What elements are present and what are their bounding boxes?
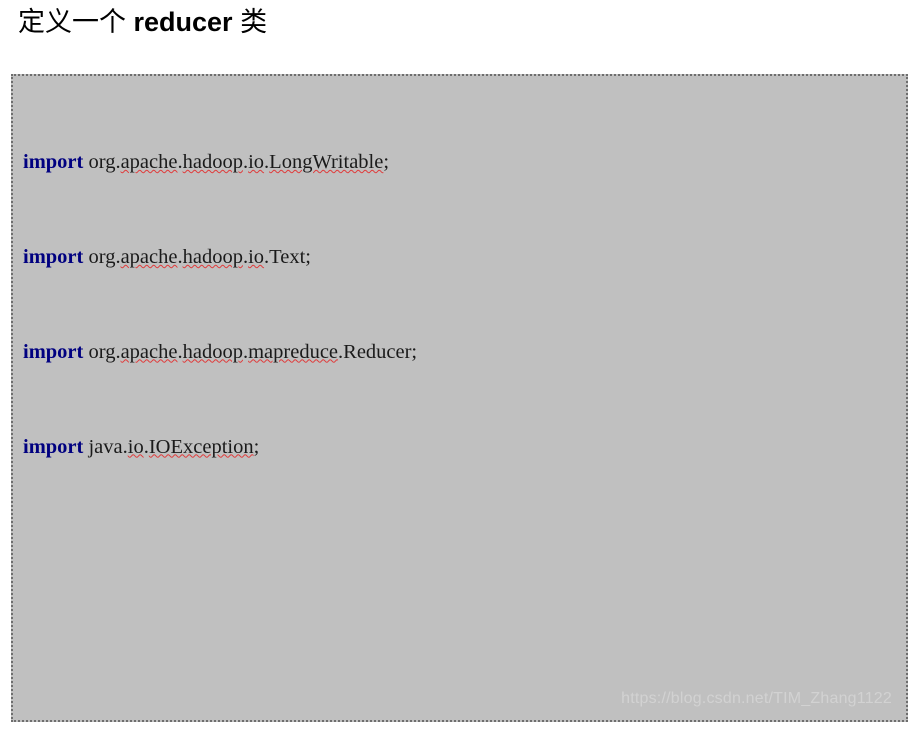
code-block[interactable]: import org.apache.hadoop.io.LongWritable… [11,74,908,722]
code-line: import org.apache.hadoop.mapreduce.Reduc… [23,340,418,363]
token-keyword: import [23,151,84,174]
page-title-zh-suffix: 类 [232,7,268,37]
code-line: import org.apache.hadoop.io.Text; [23,245,312,268]
token-keyword: import [23,245,84,268]
token-keyword: import [23,340,84,363]
code-listing[interactable]: import org.apache.hadoop.io.LongWritable… [23,80,906,720]
page-title: 定义一个 reducer 类 [18,2,267,42]
token-keyword: import [23,435,84,458]
page-title-zh-prefix: 定义一个 [18,7,134,37]
code-line: import java.io.IOException; [23,435,260,458]
code-line: import org.apache.hadoop.io.LongWritable… [23,151,390,174]
page-title-latin: reducer [133,7,233,37]
